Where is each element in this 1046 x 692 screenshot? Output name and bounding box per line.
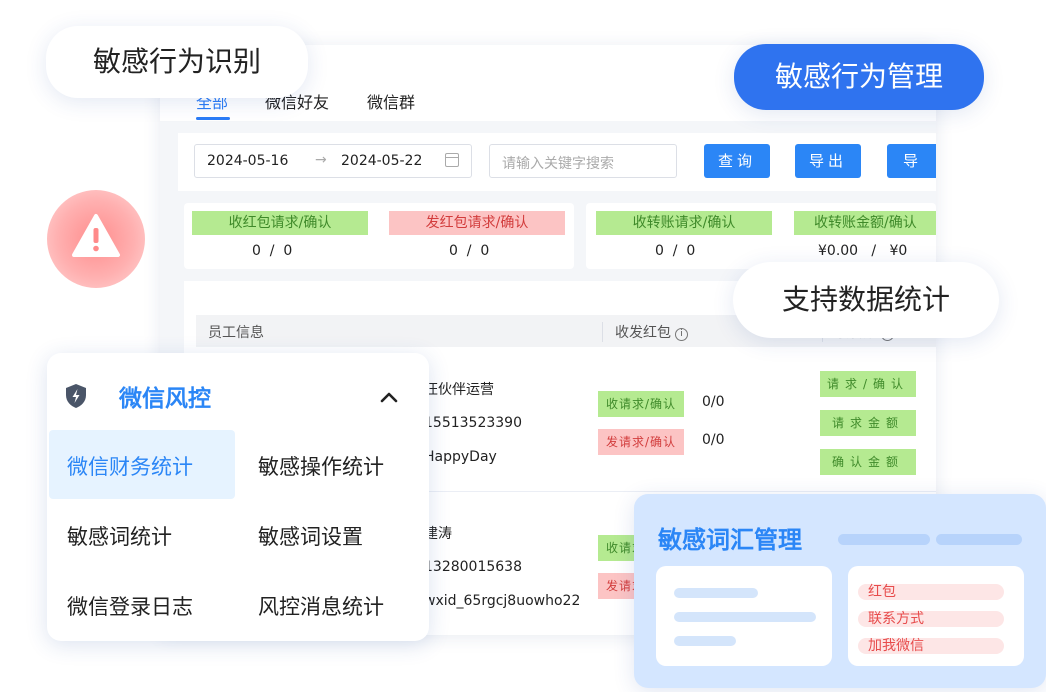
row1-send-value: 0/0 bbox=[702, 432, 725, 448]
search-input[interactable]: 请输入关键字搜索 bbox=[489, 144, 677, 178]
sensitive-word-item: 联系方式 bbox=[858, 611, 1004, 627]
stat-value-transfer-amount: ¥0.00 / ¥0 bbox=[818, 243, 908, 259]
active-tab-indicator bbox=[196, 117, 230, 120]
row1-recv-value: 0/0 bbox=[702, 394, 725, 410]
bubble-data-stats: 支持数据统计 bbox=[733, 262, 999, 338]
warning-triangle-icon bbox=[72, 214, 120, 257]
chevron-up-icon[interactable] bbox=[380, 391, 398, 403]
row1-tag-send: 发请求/确认 bbox=[598, 429, 685, 455]
promo-canvas: 全部 微信好友 微信群 2024-05-16 → 2024-05-22 请输入关… bbox=[0, 0, 1046, 692]
arrow-right-icon: → bbox=[315, 152, 327, 168]
header-redpacket: 收发红包 i bbox=[602, 322, 688, 342]
query-button[interactable]: 查询 bbox=[704, 144, 770, 178]
stat-value-recv-transfer: 0 / 0 bbox=[655, 243, 696, 259]
info-icon[interactable]: i bbox=[675, 328, 688, 341]
export-button[interactable]: 导出 bbox=[795, 144, 861, 178]
stat-label-recv-transfer: 收转账请求/确认 bbox=[596, 211, 772, 235]
placeholder-pill bbox=[936, 534, 1022, 545]
stat-label-transfer-amount: 收转账金额/确认 bbox=[794, 211, 936, 235]
stat-label-recv-redpacket: 收红包请求/确认 bbox=[192, 211, 368, 235]
placeholder-bar bbox=[674, 588, 758, 598]
header-redpacket-label: 收发红包 bbox=[615, 325, 671, 341]
placeholder-bar bbox=[674, 612, 816, 622]
placeholder-bar bbox=[674, 636, 736, 646]
sensitive-words-list: 红包 联系方式 加我微信 bbox=[848, 566, 1024, 666]
row1-btn-request-amount[interactable]: 请求金额 bbox=[820, 410, 916, 436]
header-employee: 员工信息 bbox=[208, 325, 264, 341]
menu-item-sensitive-ops-stats[interactable]: 敏感操作统计 bbox=[258, 451, 384, 481]
menu-item-sensitive-words-stats[interactable]: 敏感词统计 bbox=[67, 521, 172, 551]
stat-value-recv-redpacket: 0 / 0 bbox=[252, 243, 293, 259]
bubble-behavior-manage: 敏感行为管理 bbox=[734, 44, 984, 110]
wechat-risk-panel: 微信风控 微信财务统计 敏感操作统计 敏感词统计 敏感词设置 微信登录日志 风控… bbox=[47, 353, 429, 641]
row2-phone: 13280015638 bbox=[424, 559, 522, 575]
row1-tag-recv: 收请求/确认 bbox=[598, 391, 685, 417]
menu-item-finance-stats[interactable]: 微信财务统计 bbox=[67, 451, 193, 481]
row1-btn-confirm-amount[interactable]: 确认金额 bbox=[820, 449, 916, 475]
stat-value-send-redpacket: 0 / 0 bbox=[449, 243, 490, 259]
menu-item-login-log[interactable]: 微信登录日志 bbox=[67, 591, 193, 621]
words-card-title: 敏感词汇管理 bbox=[658, 526, 802, 554]
menu-item-sensitive-words-settings[interactable]: 敏感词设置 bbox=[258, 521, 363, 551]
sensitive-words-card: 敏感词汇管理 红包 联系方式 加我微信 bbox=[634, 494, 1046, 688]
placeholder-card bbox=[656, 566, 832, 666]
alert-badge bbox=[47, 190, 145, 288]
placeholder-pill bbox=[838, 534, 930, 545]
bubble-behavior-identify: 敏感行为识别 bbox=[46, 26, 308, 98]
date-range-picker[interactable]: 2024-05-16 → 2024-05-22 bbox=[194, 144, 472, 178]
filter-bar: 2024-05-16 → 2024-05-22 请输入关键字搜索 查询 导出 导 bbox=[178, 133, 936, 191]
sensitive-word-item: 加我微信 bbox=[858, 638, 1004, 654]
end-date: 2024-05-22 bbox=[341, 153, 423, 169]
shield-icon bbox=[66, 384, 86, 408]
calendar-icon bbox=[445, 153, 459, 167]
panel-title: 微信风控 bbox=[119, 386, 211, 412]
start-date: 2024-05-16 bbox=[207, 153, 289, 169]
stat-card-transfer: 收转账请求/确认 收转账金额/确认 0 / 0 ¥0.00 / ¥0 bbox=[586, 203, 936, 269]
stat-label-send-redpacket: 发红包请求/确认 bbox=[389, 211, 565, 235]
row1-name: 汪伙伴运营 bbox=[424, 382, 494, 398]
stat-card-redpacket: 收红包请求/确认 发红包请求/确认 0 / 0 0 / 0 bbox=[184, 203, 574, 269]
tab-wechat-groups[interactable]: 微信群 bbox=[367, 89, 415, 113]
row1-phone: 15513523390 bbox=[424, 415, 522, 431]
row2-wxid: wxid_65rgcj8uowho22 bbox=[424, 593, 581, 609]
row1-btn-request-confirm[interactable]: 请求/确认 bbox=[820, 371, 916, 397]
menu-item-risk-message-stats[interactable]: 风控消息统计 bbox=[258, 591, 384, 621]
export-button-2[interactable]: 导 bbox=[887, 144, 936, 178]
sensitive-word-item: 红包 bbox=[858, 584, 1004, 600]
row1-wxid: HappyDay bbox=[424, 449, 497, 465]
